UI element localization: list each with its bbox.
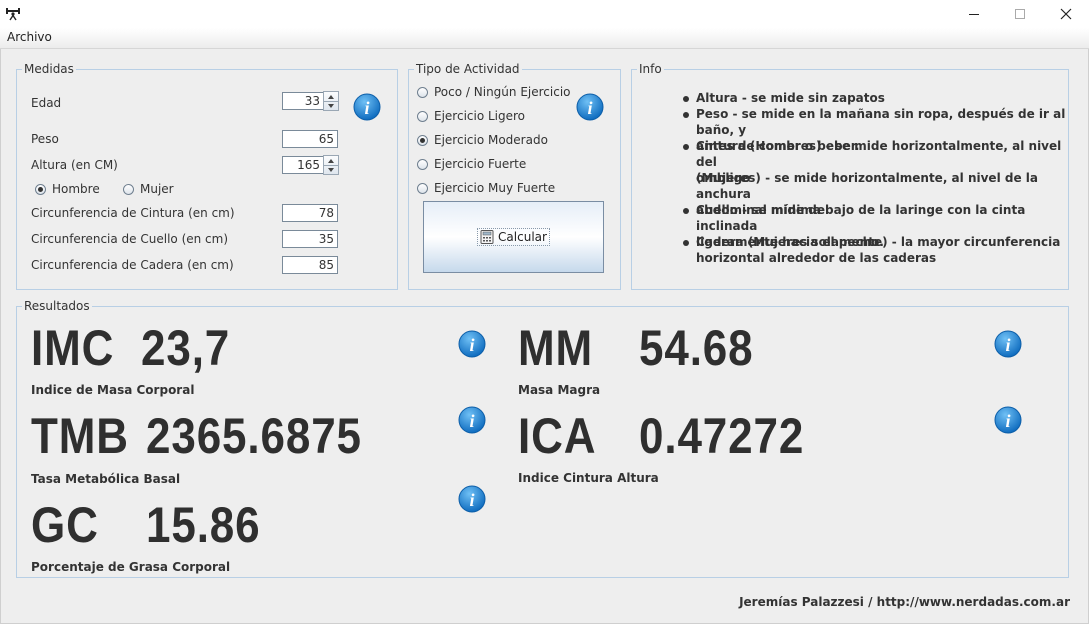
cadera-field[interactable]: 85 bbox=[282, 256, 338, 274]
radio-unselected-icon[interactable] bbox=[123, 183, 134, 195]
radio-unselected-icon[interactable] bbox=[417, 158, 428, 170]
radio-unselected-icon[interactable] bbox=[417, 182, 428, 194]
tmb-abbr: TMB bbox=[31, 408, 129, 464]
medidas-title: Medidas bbox=[22, 62, 76, 76]
edad-spinner[interactable] bbox=[323, 91, 339, 111]
bullet-icon bbox=[683, 144, 689, 150]
radio-unselected-icon[interactable] bbox=[417, 110, 428, 122]
bullet-icon bbox=[683, 240, 689, 246]
svg-text:i: i bbox=[587, 98, 592, 118]
calcular-label: Calcular bbox=[498, 230, 547, 244]
spinner-down-icon[interactable] bbox=[324, 101, 338, 110]
close-icon bbox=[1060, 8, 1072, 20]
imc-abbr: IMC bbox=[31, 320, 115, 376]
info-item-altura: Altura - se mide sin zapatos bbox=[696, 91, 885, 105]
altura-spinner[interactable] bbox=[323, 155, 339, 175]
resultados-panel: Resultados IMC 23,7 Indice de Masa Corpo… bbox=[16, 299, 1069, 578]
calculator-icon bbox=[480, 230, 494, 244]
tmb-info-icon[interactable]: i bbox=[458, 406, 486, 434]
actividad-panel: Tipo de Actividad Poco / Ningún Ejercici… bbox=[408, 62, 621, 290]
ica-desc: Indice Cintura Altura bbox=[518, 471, 659, 485]
ica-value: 0.47272 bbox=[639, 408, 805, 464]
ica-abbr: ICA bbox=[518, 408, 597, 464]
svg-text:i: i bbox=[469, 335, 474, 355]
altura-field[interactable]: 165 bbox=[282, 156, 324, 174]
mm-desc: Masa Magra bbox=[518, 383, 601, 397]
imc-desc: Indice de Masa Corporal bbox=[31, 383, 195, 397]
bullet-icon bbox=[683, 112, 689, 118]
maximize-icon bbox=[1015, 9, 1025, 19]
actividad-option-moderado[interactable]: Ejercicio Moderado bbox=[417, 133, 548, 147]
radio-unselected-icon[interactable] bbox=[417, 86, 428, 98]
altura-label: Altura (en CM) bbox=[31, 158, 118, 172]
cadera-label: Circunferencia de Cadera (en cm) bbox=[31, 258, 234, 272]
medidas-panel: Medidas Edad 33 i Peso 65 Altura (en CM)… bbox=[16, 62, 398, 290]
imc-value: 23,7 bbox=[141, 320, 231, 376]
actividad-option-muy-fuerte[interactable]: Ejercicio Muy Fuerte bbox=[417, 181, 555, 195]
svg-text:i: i bbox=[469, 411, 474, 431]
actividad-title: Tipo de Actividad bbox=[414, 62, 522, 76]
bullet-icon bbox=[683, 208, 689, 214]
edad-label: Edad bbox=[31, 96, 62, 110]
menu-archivo[interactable]: Archivo bbox=[7, 30, 52, 44]
gc-desc: Porcentaje de Grasa Corporal bbox=[31, 560, 231, 574]
radio-selected-icon[interactable] bbox=[417, 134, 428, 146]
dumbbell-app-icon bbox=[5, 5, 21, 21]
minimize-button[interactable] bbox=[951, 0, 997, 28]
mujer-radio[interactable]: Mujer bbox=[123, 182, 174, 196]
actividad-option-ligero[interactable]: Ejercicio Ligero bbox=[417, 109, 525, 123]
mm-info-icon[interactable]: i bbox=[994, 330, 1022, 358]
gc-info-icon[interactable]: i bbox=[458, 485, 486, 513]
close-button[interactable] bbox=[1043, 0, 1089, 28]
calcular-button[interactable]: Calcular bbox=[423, 201, 604, 273]
resultados-title: Resultados bbox=[22, 299, 92, 313]
svg-text:i: i bbox=[1005, 411, 1010, 431]
calcular-button-focus: Calcular bbox=[477, 228, 550, 246]
info-title: Info bbox=[637, 62, 664, 76]
cuello-field[interactable]: 35 bbox=[282, 230, 338, 248]
svg-text:i: i bbox=[364, 98, 369, 118]
cintura-field[interactable]: 78 bbox=[282, 204, 338, 222]
cuello-label: Circunferencia de Cuello (en cm) bbox=[31, 232, 229, 246]
gc-abbr: GC bbox=[31, 497, 99, 553]
info-item-cadera: Cadera (Mujeres solamente) - la mayor ci… bbox=[696, 235, 1061, 265]
svg-text:i: i bbox=[469, 490, 474, 510]
main-content: Medidas Edad 33 i Peso 65 Altura (en CM)… bbox=[0, 49, 1089, 624]
medidas-info-icon[interactable]: i bbox=[353, 93, 381, 121]
tmb-value: 2365.6875 bbox=[146, 408, 362, 464]
minimize-icon bbox=[969, 14, 979, 15]
menu-bar: Archivo bbox=[0, 28, 1089, 49]
maximize-button[interactable] bbox=[997, 0, 1043, 28]
actividad-option-fuerte[interactable]: Ejercicio Fuerte bbox=[417, 157, 526, 171]
hombre-radio[interactable]: Hombre bbox=[35, 182, 100, 196]
mm-value: 54.68 bbox=[639, 320, 754, 376]
gc-value: 15.86 bbox=[146, 497, 261, 553]
imc-info-icon[interactable]: i bbox=[458, 330, 486, 358]
info-panel: Info Altura - se mide sin zapatos Peso -… bbox=[631, 62, 1069, 290]
tmb-desc: Tasa Metabólica Basal bbox=[31, 472, 181, 486]
footer-credits: Jeremías Palazzesi / http://www.nerdadas… bbox=[739, 595, 1070, 609]
radio-selected-icon[interactable] bbox=[35, 183, 46, 195]
actividad-option-poco[interactable]: Poco / Ningún Ejercicio bbox=[417, 85, 571, 99]
svg-text:i: i bbox=[1005, 335, 1010, 355]
peso-field[interactable]: 65 bbox=[282, 130, 338, 148]
cintura-label: Circunferencia de Cintura (en cm) bbox=[31, 206, 235, 220]
ica-info-icon[interactable]: i bbox=[994, 406, 1022, 434]
edad-field[interactable]: 33 bbox=[282, 92, 324, 110]
title-bar bbox=[0, 0, 1089, 28]
mm-abbr: MM bbox=[518, 320, 594, 376]
peso-label: Peso bbox=[31, 132, 59, 146]
spinner-down-icon[interactable] bbox=[324, 165, 338, 174]
bullet-icon bbox=[683, 96, 689, 102]
actividad-info-icon[interactable]: i bbox=[576, 93, 604, 121]
